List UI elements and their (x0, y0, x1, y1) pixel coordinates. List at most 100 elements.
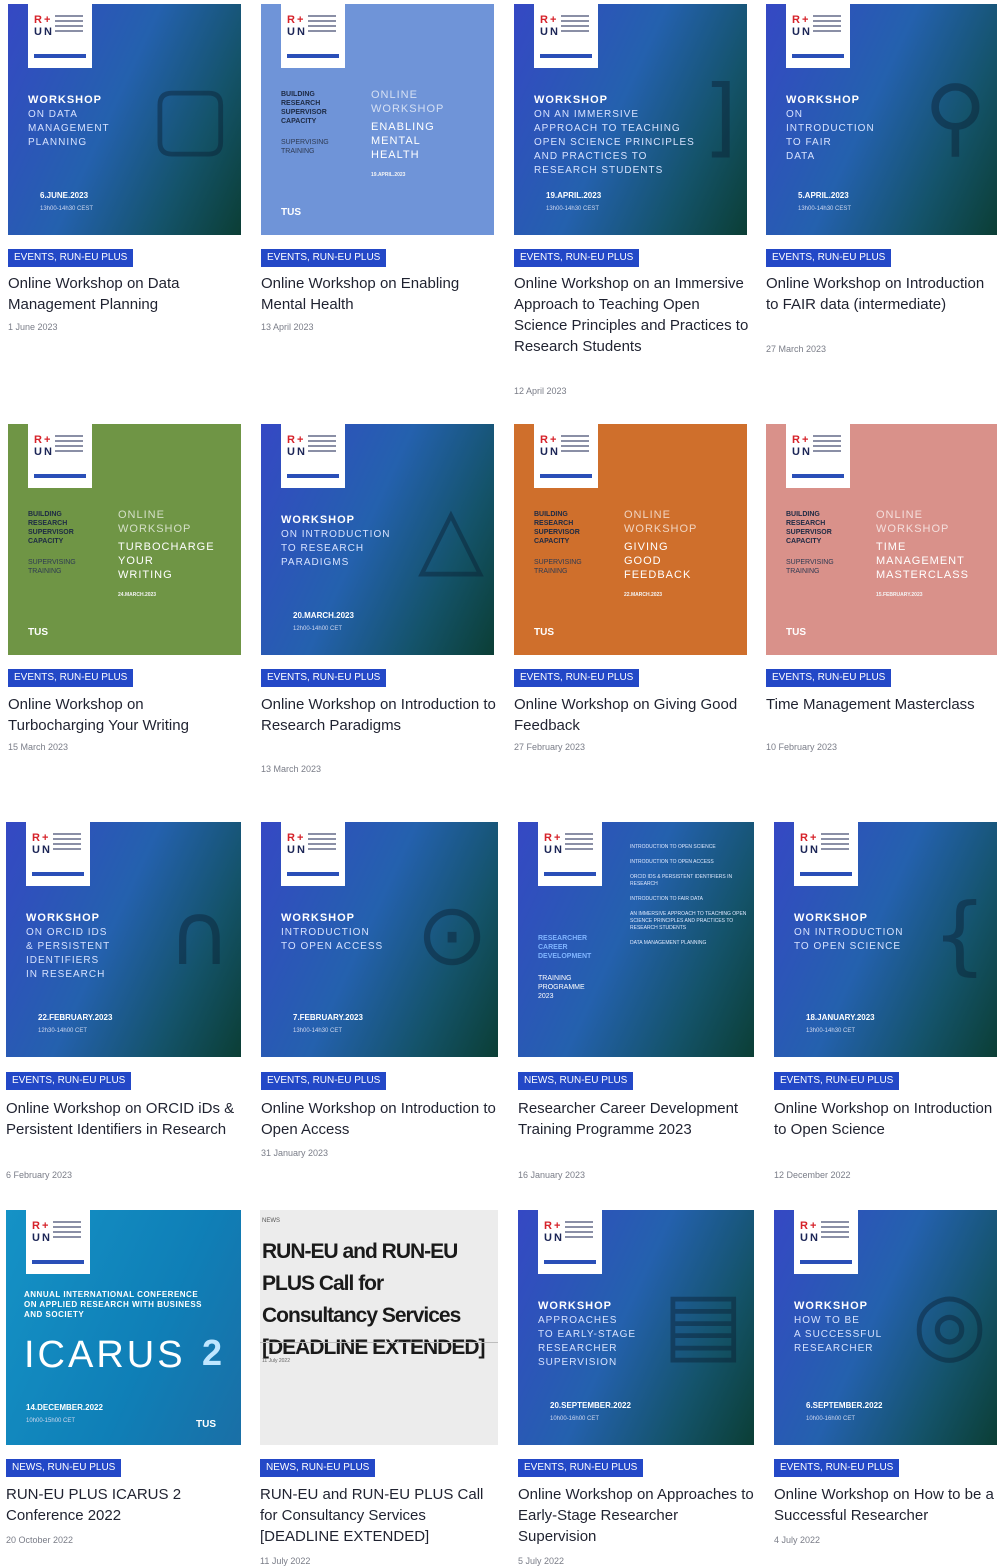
programme-sub: TRAINING PROGRAMME 2023 (538, 975, 585, 1000)
doc-divider (260, 1342, 498, 1343)
thumb-subtitle: ON INTRODUCTION TO OPEN SCIENCE (794, 927, 904, 952)
post-thumbnail[interactable]: R+ UN BUILDING RESEARCH SUPERVISOR CAPACIT… (766, 424, 997, 655)
calendar-icon: ▢ (149, 67, 231, 167)
post-thumbnail[interactable]: R+ UN WORKSHOP INTRODUCTION TO OPEN ACCESS 7… (261, 822, 498, 1057)
post-title[interactable]: Online Workshop on Turbocharging Your Wr… (8, 694, 243, 736)
category-badge[interactable]: EVENTS, RUN-EU PLUS (518, 1459, 644, 1477)
thumb-series-label: BUILDING RESEARCH SUPERVISOR CAPACITY (534, 511, 580, 545)
run-eu-logo: R+ UN (281, 822, 345, 886)
thumb-heading: WORKSHOP (786, 94, 860, 106)
post-thumbnail[interactable]: R+ UN BUILDING RESEARCH SUPERVISOR CAPACIT… (261, 4, 494, 235)
run-eu-logo: R+ UN (534, 4, 598, 68)
thumb-subtitle: ON AN IMMERSIVE APPROACH TO TEACHING OPE… (534, 109, 695, 176)
post-thumbnail[interactable]: R+ UN WORKSHOP ON DATA MANAGEMENT PLANNING 6… (8, 4, 241, 235)
post-title[interactable]: Online Workshop on Approaches to Early-S… (518, 1484, 756, 1547)
tus-logo: TUS (281, 207, 301, 218)
programme-item: Introduction to FAIR Data (630, 896, 703, 902)
post-date: 12 April 2023 (514, 386, 567, 396)
thumb-subtitle: ON INTRODUCTION TO RESEARCH PARADIGMS (281, 529, 391, 568)
post-title[interactable]: Online Workshop on Giving Good Feedback (514, 694, 749, 736)
run-eu-logo: R+ UN (534, 424, 598, 488)
brace-icon: { (932, 885, 987, 985)
category-badge[interactable]: EVENTS, RUN-EU PLUS (774, 1072, 900, 1090)
post-thumbnail[interactable]: R+ UN WORKSHOP ON INTRODUCTION TO FAIR DATA… (766, 4, 997, 235)
thumb-topic: GIVING GOOD FEEDBACK (624, 541, 692, 581)
category-badge[interactable]: NEWS, RUN-EU PLUS (260, 1459, 376, 1477)
post-date: 12 December 2022 (774, 1170, 851, 1180)
post-date: 27 March 2023 (766, 344, 827, 354)
thumb-date: 6.SEPTEMBER.2022 (806, 1401, 883, 1410)
post-thumbnail[interactable]: NEWS RUN-EU and RUN-EU PLUS Call for Cons… (260, 1210, 498, 1445)
thumb-date: 14.DECEMBER.2022 (26, 1403, 103, 1412)
thumb-series-label: BUILDING RESEARCH SUPERVISOR CAPACITY (281, 91, 327, 125)
category-badge[interactable]: NEWS, RUN-EU PLUS (6, 1459, 122, 1477)
post-thumbnail[interactable]: R+ UN WORKSHOP HOW TO BE A SUCCESSFUL RESEA… (774, 1210, 997, 1445)
category-badge[interactable]: EVENTS, RUN-EU PLUS (8, 249, 134, 267)
run-eu-logo: R+ UN (794, 822, 858, 886)
programme-item: Introduction to Open Access (630, 859, 714, 865)
thumb-heading: WORKSHOP (281, 514, 355, 526)
thumb-time: 12h00-14h00 CET (293, 626, 343, 632)
post-card: R+ UN ANNUAL INTERNATIONAL CONFERENCE ON A… (6, 1210, 241, 1549)
thumb-time: 13h00-14h30 CET (293, 1028, 343, 1034)
thumb-date: 19.APRIL.2023 (371, 172, 406, 178)
category-badge[interactable]: EVENTS, RUN-EU PLUS (514, 249, 640, 267)
tus-logo: TUS (196, 1419, 216, 1430)
post-title[interactable]: Online Workshop on an Immersive Approach… (514, 273, 749, 357)
post-card: R+ UN BUILDING RESEARCH SUPERVISOR CAPACIT… (514, 424, 747, 756)
post-title[interactable]: Online Workshop on Introduction to FAIR … (766, 273, 997, 315)
post-title[interactable]: Online Workshop on Introduction to Open … (261, 1098, 500, 1140)
document-icon: ▤ (662, 1273, 744, 1373)
post-title[interactable]: Time Management Masterclass (766, 694, 997, 715)
thumb-date: 24.MARCH.2023 (118, 592, 157, 598)
post-date: 20 October 2022 (6, 1535, 74, 1545)
post-thumbnail[interactable]: R+ UN WORKSHOP ON ORCID iDs & PERSISTENT ID… (6, 822, 241, 1057)
triangle-icon: △ (417, 487, 484, 587)
thumb-subtitle: ON INTRODUCTION TO FAIR DATA (786, 109, 875, 162)
post-thumbnail[interactable]: R+ UN WORKSHOP ON INTRODUCTION TO RESEARCH … (261, 424, 494, 655)
post-thumbnail[interactable]: R+ UN RESEARCHER CAREER DEVELOPMENT TRAININ… (518, 822, 754, 1057)
category-badge[interactable]: NEWS, RUN-EU PLUS (518, 1072, 634, 1090)
thumb-series-sub: SUPERVISING TRAINING (28, 559, 76, 575)
category-badge[interactable]: EVENTS, RUN-EU PLUS (514, 669, 640, 687)
icarus-wordmark: ICARUS (24, 1334, 186, 1376)
post-title[interactable]: Researcher Career Development Training P… (518, 1098, 756, 1140)
category-badge[interactable]: EVENTS, RUN-EU PLUS (8, 669, 134, 687)
post-title[interactable]: RUN-EU PLUS ICARUS 2 Conference 2022 (6, 1484, 243, 1526)
thumb-time: 13h00-14h30 CEST (798, 206, 852, 212)
post-title[interactable]: Online Workshop on Enabling Mental Healt… (261, 273, 496, 315)
post-thumbnail[interactable]: R+ UN BUILDING RESEARCH SUPERVISOR CAPACIT… (514, 424, 747, 655)
thumb-time: 13h00-14h30 CEST (40, 206, 94, 212)
post-card: R+ UN WORKSHOP ON INTRODUCTION TO OPEN SCIE… (774, 822, 997, 1184)
post-title[interactable]: Online Workshop on Data Management Plann… (8, 273, 243, 315)
post-thumbnail[interactable]: R+ UN WORKSHOP APPROACHES TO EARLY-STAGE RE… (518, 1210, 754, 1445)
category-badge[interactable]: EVENTS, RUN-EU PLUS (774, 1459, 900, 1477)
post-card: R+ UN BUILDING RESEARCH SUPERVISOR CAPACIT… (8, 424, 241, 756)
post-title[interactable]: Online Workshop on How to be a Successfu… (774, 1484, 997, 1526)
category-badge[interactable]: EVENTS, RUN-EU PLUS (261, 669, 387, 687)
post-thumbnail[interactable]: R+ UN WORKSHOP ON AN IMMERSIVE APPROACH TO … (514, 4, 747, 235)
thumb-series-sub: SUPERVISING TRAINING (786, 559, 834, 575)
post-title[interactable]: RUN-EU and RUN-EU PLUS Call for Consulta… (260, 1484, 500, 1547)
category-badge[interactable]: EVENTS, RUN-EU PLUS (6, 1072, 132, 1090)
post-thumbnail[interactable]: R+ UN WORKSHOP ON INTRODUCTION TO OPEN SCIE… (774, 822, 997, 1057)
post-thumbnail[interactable]: R+ UN BUILDING RESEARCH SUPERVISOR CAPACIT… (8, 424, 241, 655)
category-badge[interactable]: EVENTS, RUN-EU PLUS (766, 669, 892, 687)
thumb-topic: ENABLING MENTAL HEALTH (371, 121, 435, 161)
post-title[interactable]: Online Workshop on Introduction to Resea… (261, 694, 496, 736)
icarus-number: 2 (202, 1332, 223, 1373)
doc-category: NEWS (262, 1218, 280, 1224)
programme-item: Introduction to Open Science (630, 844, 716, 850)
programme-item: Data Management Planning (630, 940, 707, 946)
category-badge[interactable]: EVENTS, RUN-EU PLUS (766, 249, 892, 267)
post-title[interactable]: Online Workshop on Introduction to Open … (774, 1098, 997, 1140)
category-badge[interactable]: EVENTS, RUN-EU PLUS (261, 249, 387, 267)
thumb-date: 5.APRIL.2023 (798, 191, 849, 200)
target-icon: ◎ (911, 1273, 987, 1373)
thumb-heading: WORKSHOP (534, 94, 608, 106)
run-eu-logo: R+ UN (26, 1210, 90, 1274)
thumb-series-sub: SUPERVISING TRAINING (281, 139, 329, 155)
post-thumbnail[interactable]: R+ UN ANNUAL INTERNATIONAL CONFERENCE ON A… (6, 1210, 241, 1445)
post-title[interactable]: Online Workshop on ORCID iDs & Persisten… (6, 1098, 243, 1140)
category-badge[interactable]: EVENTS, RUN-EU PLUS (261, 1072, 387, 1090)
